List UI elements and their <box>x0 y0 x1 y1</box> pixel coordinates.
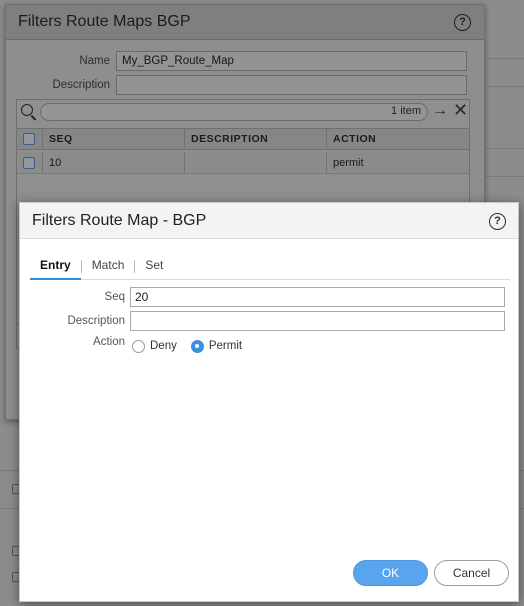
action-label: Action <box>93 336 125 348</box>
tab-entry[interactable]: Entry <box>30 255 81 280</box>
help-icon[interactable]: ? <box>489 213 506 230</box>
row-select-cell <box>17 152 43 173</box>
apply-filter-icon[interactable]: → <box>432 102 448 120</box>
ok-button[interactable]: OK <box>353 560 428 586</box>
search-icon[interactable] <box>21 104 33 116</box>
search-input[interactable]: 1 item <box>40 103 428 121</box>
column-header-action[interactable]: ACTION <box>327 129 469 149</box>
bg-divider <box>486 176 524 177</box>
seq-cell: 10 <box>43 152 185 173</box>
description-field[interactable] <box>116 75 467 95</box>
item-count: 1 item <box>391 105 421 117</box>
description-cell <box>185 152 327 173</box>
action-row: Action Deny Permit <box>20 336 256 356</box>
search-bar: 1 item → ✕ <box>17 100 469 124</box>
dialog-title: Filters Route Map - BGP <box>32 211 207 229</box>
tab-match[interactable]: Match <box>82 255 135 280</box>
column-header-seq[interactable]: SEQ <box>43 129 185 149</box>
seq-label: Seq <box>104 291 125 303</box>
description-row: Description <box>6 75 467 95</box>
bg-divider <box>486 148 524 149</box>
deny-radio[interactable] <box>132 339 145 353</box>
seq-field[interactable]: 20 <box>130 287 505 307</box>
clear-filter-icon[interactable]: ✕ <box>453 101 468 119</box>
table-header: SEQ DESCRIPTION ACTION <box>17 128 469 150</box>
permit-radio[interactable] <box>190 339 204 353</box>
deny-label[interactable]: Deny <box>150 340 177 352</box>
select-all-checkbox[interactable] <box>23 133 35 145</box>
description-row: Description <box>20 311 505 331</box>
description-label: Description <box>67 315 125 327</box>
row-checkbox[interactable] <box>23 156 35 169</box>
name-row: Name My_BGP_Route_Map <box>6 51 467 71</box>
column-header-description[interactable]: DESCRIPTION <box>185 129 327 149</box>
dialog-header: Filters Route Map - BGP ? <box>20 203 518 239</box>
tab-bar: Entry Match Set <box>30 255 510 280</box>
bg-divider <box>486 58 524 59</box>
permit-label[interactable]: Permit <box>209 340 242 352</box>
name-field[interactable]: My_BGP_Route_Map <box>116 51 467 71</box>
bg-divider <box>486 86 524 87</box>
action-cell: permit <box>333 156 364 169</box>
cancel-button[interactable]: Cancel <box>434 560 509 586</box>
seq-row: Seq 20 <box>20 287 505 307</box>
tab-set[interactable]: Set <box>135 255 173 280</box>
select-all-cell <box>17 129 43 149</box>
table-row[interactable]: 10 permit <box>17 152 469 174</box>
action-radio-group: Deny Permit <box>132 339 256 353</box>
name-label: Name <box>79 55 110 67</box>
dialog-title: Filters Route Maps BGP <box>18 13 191 30</box>
dialog-header: Filters Route Maps BGP ? <box>6 5 484 40</box>
help-icon[interactable]: ? <box>454 14 471 31</box>
description-label: Description <box>52 79 110 91</box>
route-map-entry-dialog: Filters Route Map - BGP ? Entry Match Se… <box>19 202 519 602</box>
description-field[interactable] <box>130 311 505 331</box>
